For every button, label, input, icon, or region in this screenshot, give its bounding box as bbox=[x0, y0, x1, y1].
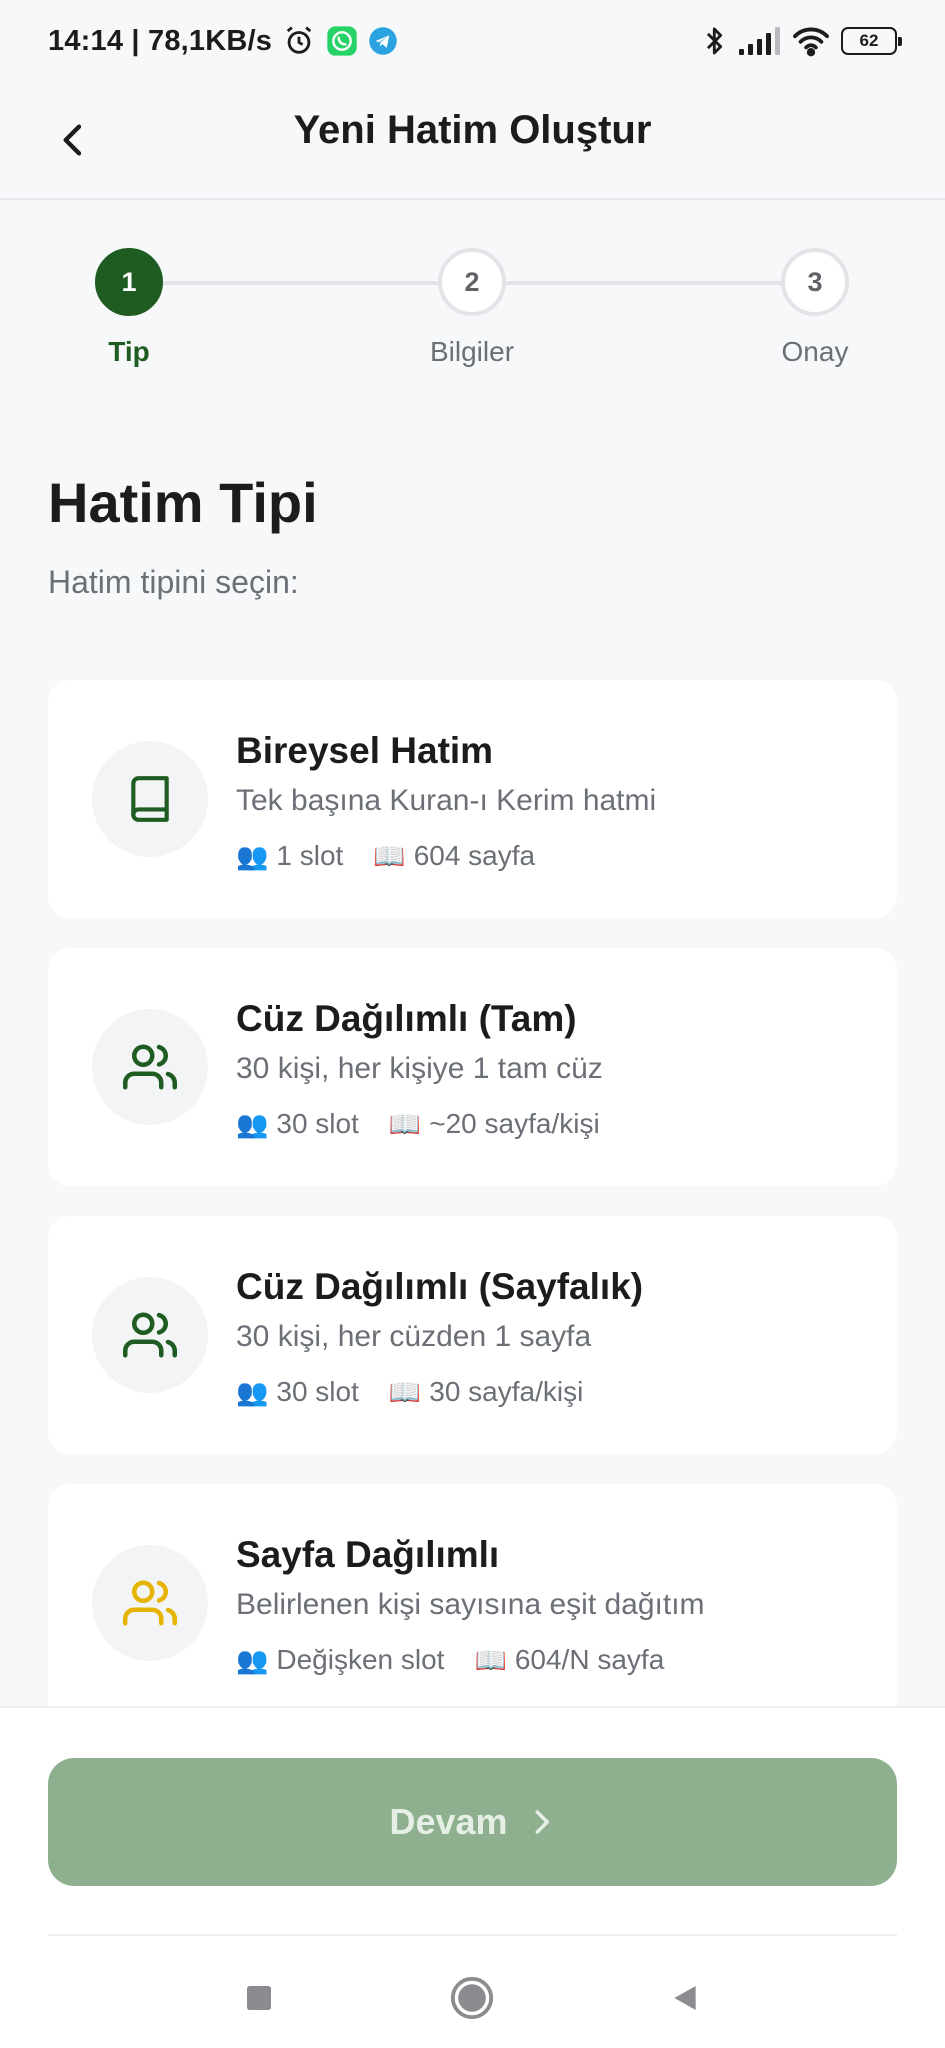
system-nav-bar bbox=[0, 1940, 945, 2048]
page-count: 📖 604 sayfa bbox=[373, 840, 535, 872]
status-time-speed: 14:14 | 78,1KB/s bbox=[48, 24, 273, 57]
card-icon-container bbox=[92, 1277, 208, 1393]
battery-indicator: 62 bbox=[841, 27, 902, 55]
book-icon bbox=[131, 776, 169, 822]
page-title: Yeni Hatim Oluştur bbox=[293, 108, 652, 152]
card-description: 30 kişi, her cüzden 1 sayfa bbox=[236, 1320, 592, 1353]
card-meta: 👥 1 slot 📖 604 sayfa bbox=[236, 840, 535, 872]
step-connector-2 bbox=[505, 281, 781, 285]
section-title: Hatim Tipi bbox=[48, 471, 318, 534]
bottom-action-area: Devam bbox=[0, 1706, 945, 2048]
back-nav-button[interactable] bbox=[645, 1958, 725, 2038]
card-meta: 👥 30 slot 📖 ~20 sayfa/kişi bbox=[236, 1108, 600, 1140]
page-count: 📖 30 sayfa/kişi bbox=[389, 1376, 583, 1408]
step-2: 2 Bilgiler bbox=[402, 248, 542, 368]
page-label: ~20 sayfa/kişi bbox=[429, 1108, 600, 1139]
page-count: 📖 ~20 sayfa/kişi bbox=[389, 1108, 600, 1140]
home-button[interactable] bbox=[432, 1958, 512, 2038]
page-count: 📖 604/N sayfa bbox=[474, 1644, 664, 1676]
card-title: Sayfa Dağılımlı bbox=[236, 1534, 500, 1575]
people-icon: 👥 bbox=[236, 840, 269, 871]
circle-icon bbox=[450, 1976, 494, 2020]
hatim-type-card-sayfa[interactable]: Sayfa Dağılımlı Belirlenen kişi sayısına… bbox=[48, 1484, 897, 1722]
page-label: 30 sayfa/kişi bbox=[429, 1376, 584, 1407]
people-icon: 👥 bbox=[236, 1108, 269, 1139]
square-icon bbox=[247, 1986, 271, 2010]
hatim-type-list: Bireysel Hatim Tek başına Kuran-ı Kerim … bbox=[48, 680, 897, 1752]
continue-button[interactable]: Devam bbox=[48, 1758, 897, 1886]
screen: 14:14 | 78,1KB/s 62 Yeni Hatim Oluştur 1… bbox=[0, 0, 945, 2048]
status-right: 62 bbox=[703, 24, 902, 58]
open-book-icon: 📖 bbox=[388, 1376, 422, 1407]
triangle-left-icon bbox=[674, 1986, 696, 2010]
slot-count: 👥 1 slot bbox=[236, 840, 343, 872]
step-2-circle: 2 bbox=[438, 248, 506, 316]
step-3: 3 Onay bbox=[745, 248, 885, 368]
card-meta: 👥 30 slot 📖 30 sayfa/kişi bbox=[236, 1376, 583, 1408]
page-label: 604/N sayfa bbox=[514, 1644, 665, 1675]
card-title: Cüz Dağılımlı (Tam) bbox=[236, 998, 577, 1039]
status-left: 14:14 | 78,1KB/s bbox=[48, 24, 398, 58]
telegram-icon bbox=[368, 26, 398, 56]
alarm-icon bbox=[282, 24, 316, 58]
card-description: Belirlenen kişi sayısına eşit dağıtım bbox=[236, 1588, 705, 1621]
section-subtitle: Hatim tipini seçin: bbox=[48, 564, 299, 600]
card-meta: 👥 Değişken slot 📖 604/N sayfa bbox=[236, 1644, 664, 1676]
card-icon-container bbox=[92, 1545, 208, 1661]
slot-label: 30 slot bbox=[276, 1376, 359, 1407]
recents-button[interactable] bbox=[219, 1958, 299, 2038]
slot-label: 1 slot bbox=[276, 840, 344, 871]
slot-label: Değişken slot bbox=[276, 1644, 445, 1675]
users-icon bbox=[123, 1044, 177, 1090]
step-2-label: Bilgiler bbox=[429, 336, 515, 367]
slot-label: 30 slot bbox=[276, 1108, 359, 1139]
card-title: Cüz Dağılımlı (Sayfalık) bbox=[236, 1266, 644, 1307]
hatim-type-card-bireysel[interactable]: Bireysel Hatim Tek başına Kuran-ı Kerim … bbox=[48, 680, 897, 918]
step-3-circle: 3 bbox=[781, 248, 849, 316]
step-1-circle: 1 bbox=[95, 248, 163, 316]
card-icon-container bbox=[92, 1009, 208, 1125]
wifi-icon bbox=[791, 25, 831, 57]
step-3-label: Onay bbox=[781, 336, 849, 367]
card-icon-container bbox=[92, 741, 208, 857]
step-connector-1 bbox=[163, 281, 439, 285]
stepper: 1 Tip 2 Bilgiler 3 Onay bbox=[0, 200, 945, 390]
slot-count: 👥 Değişken slot bbox=[236, 1644, 444, 1676]
card-description: 30 kişi, her kişiye 1 tam cüz bbox=[236, 1052, 603, 1085]
hatim-type-card-cuz-tam[interactable]: Cüz Dağılımlı (Tam) 30 kişi, her kişiye … bbox=[48, 948, 897, 1186]
status-bar: 14:14 | 78,1KB/s 62 bbox=[0, 0, 945, 82]
open-book-icon: 📖 bbox=[373, 840, 406, 871]
step-1-label: Tip bbox=[108, 336, 150, 367]
bluetooth-icon bbox=[703, 24, 727, 58]
people-icon: 👥 bbox=[236, 1376, 269, 1407]
chevron-right-icon bbox=[535, 1810, 549, 1834]
app-bar: Yeni Hatim Oluştur bbox=[0, 82, 945, 200]
hatim-type-card-cuz-sayfalik[interactable]: Cüz Dağılımlı (Sayfalık) 30 kişi, her cü… bbox=[48, 1216, 897, 1454]
people-icon: 👥 bbox=[236, 1644, 269, 1675]
page-label: 604 sayfa bbox=[413, 840, 536, 871]
users-icon bbox=[123, 1580, 177, 1626]
slot-count: 👥 30 slot bbox=[236, 1108, 359, 1140]
continue-label: Devam bbox=[389, 1801, 508, 1842]
slot-count: 👥 30 slot bbox=[236, 1376, 359, 1408]
open-book-icon: 📖 bbox=[474, 1644, 507, 1675]
card-title: Bireysel Hatim bbox=[236, 730, 494, 771]
card-description: Tek başına Kuran-ı Kerim hatmi bbox=[236, 784, 657, 817]
users-icon bbox=[123, 1312, 177, 1358]
whatsapp-icon bbox=[326, 25, 358, 57]
step-1: 1 Tip bbox=[59, 248, 199, 368]
nav-divider bbox=[48, 1934, 897, 1936]
signal-icon bbox=[737, 25, 781, 57]
open-book-icon: 📖 bbox=[388, 1108, 422, 1139]
